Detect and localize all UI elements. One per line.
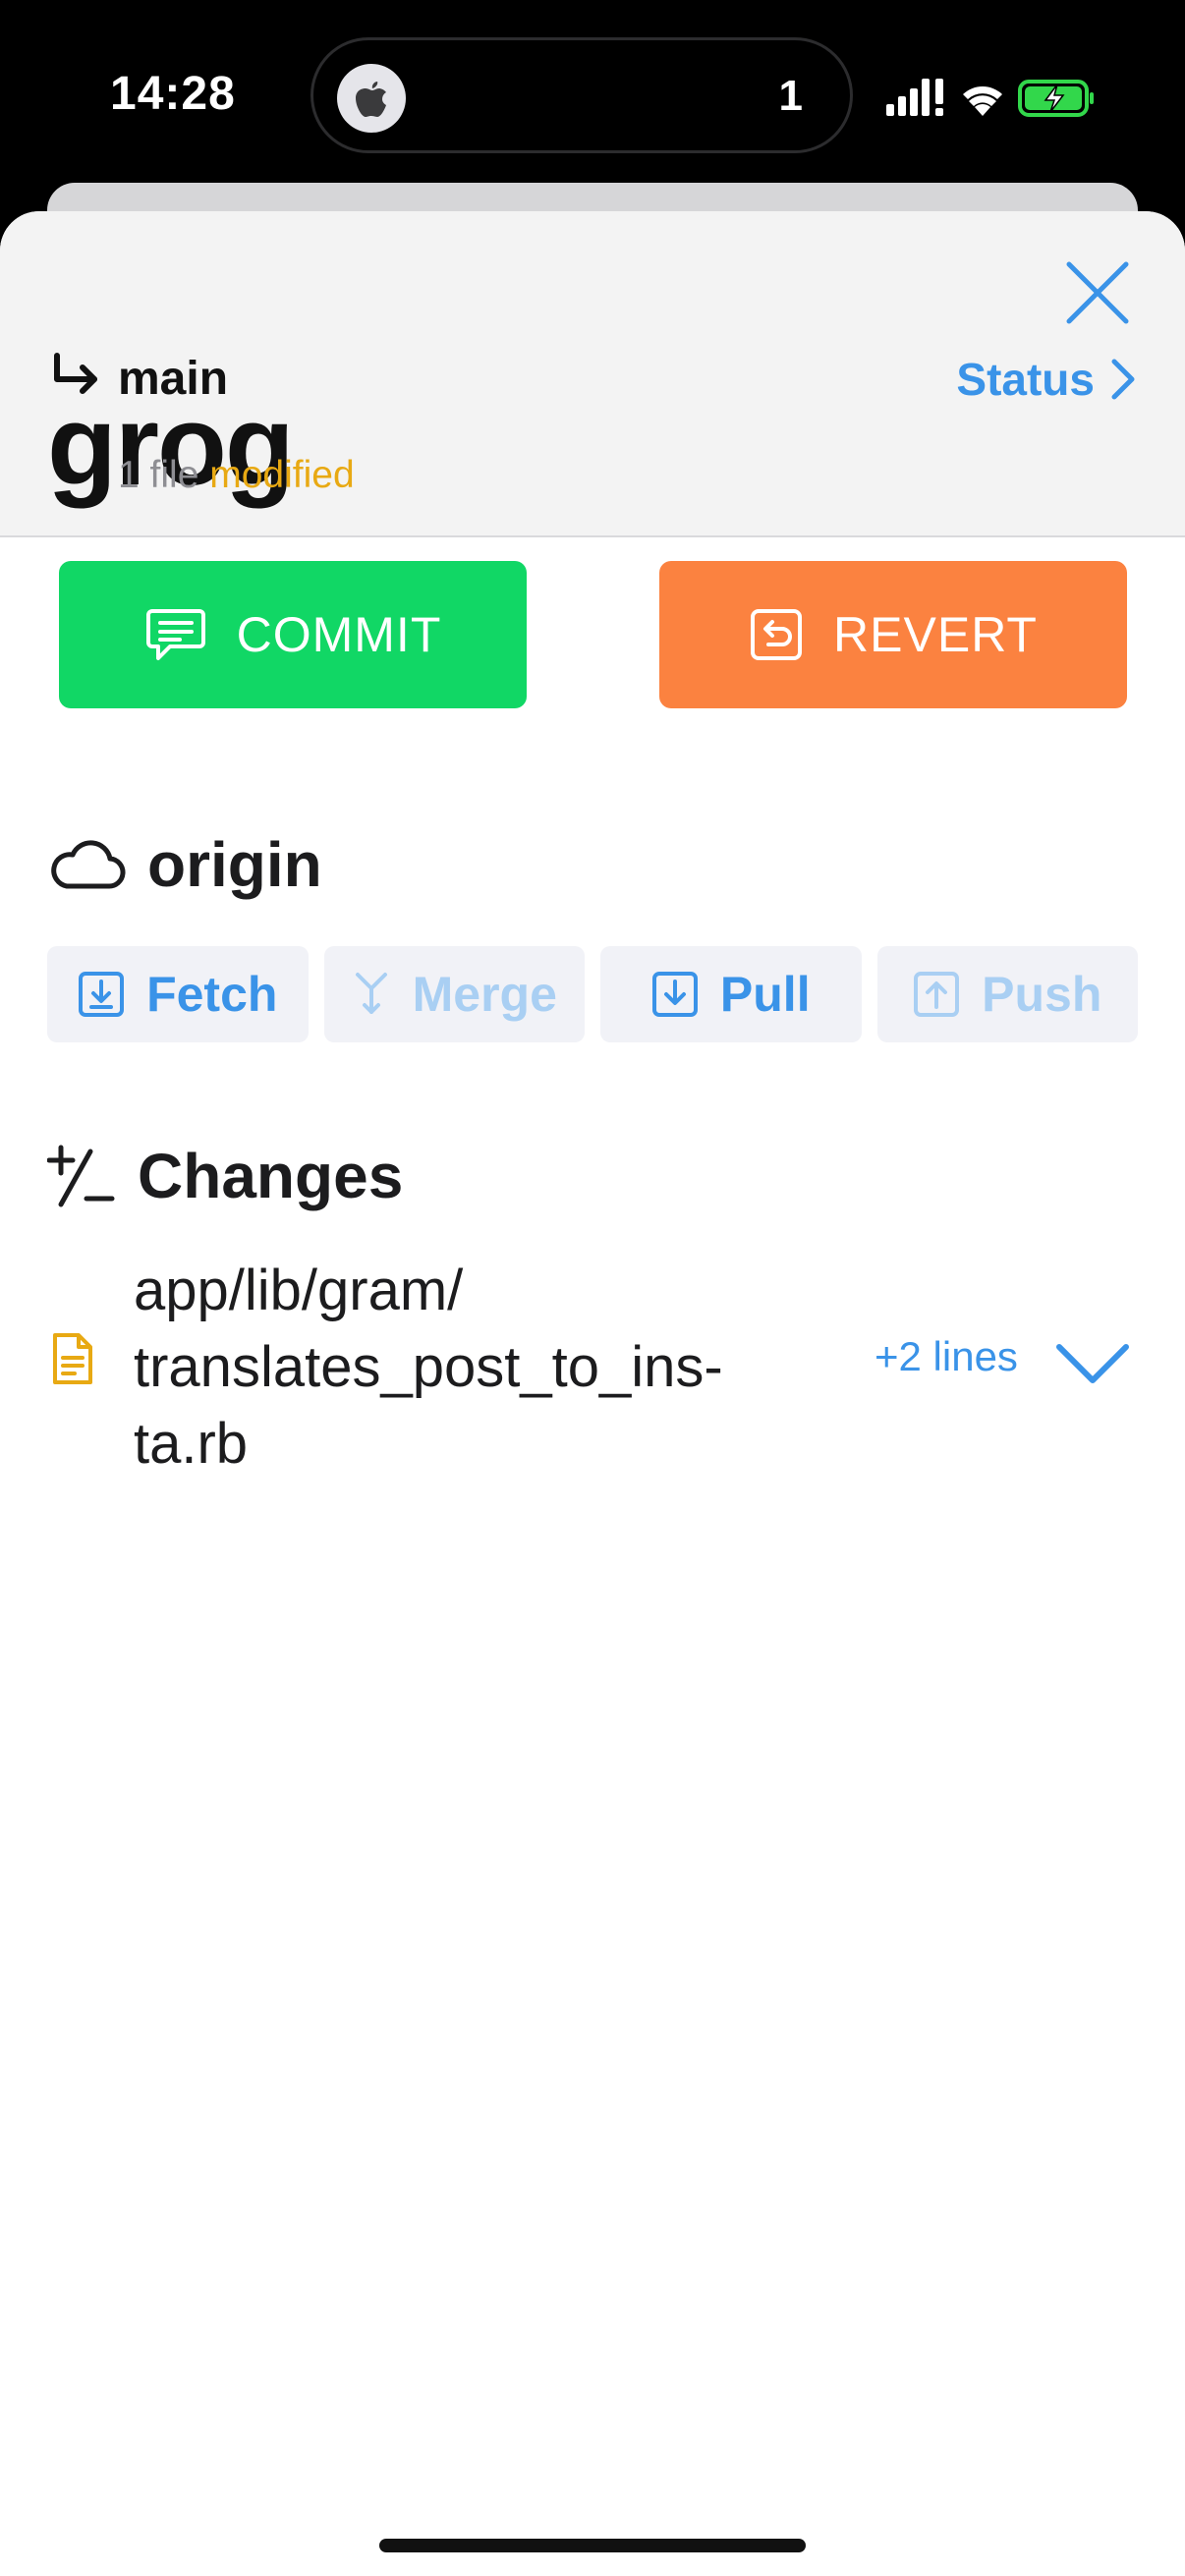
file-path-line: ta.rb: [134, 1412, 249, 1476]
commit-button[interactable]: COMMIT: [59, 561, 527, 708]
status-bar: 14:28 1: [0, 0, 1185, 187]
revert-button[interactable]: REVERT: [659, 561, 1127, 708]
list-item[interactable]: app/lib/gram/ translates_post_to_ins- ta…: [47, 1233, 1138, 1476]
wifi-icon: [963, 86, 1002, 116]
pull-label: Pull: [719, 967, 811, 1022]
summary-state: modified: [209, 454, 355, 496]
status-link-label: Status: [956, 354, 1095, 405]
cellular-signal-icon: [886, 79, 943, 116]
fetch-button[interactable]: Fetch: [47, 946, 309, 1042]
branch-row: main Status: [47, 344, 1138, 413]
remote-actions: Fetch Merge Pull Push: [47, 946, 1138, 1042]
file-path-line: translates_post_to_ins-: [134, 1335, 723, 1399]
summary-count: 1 file: [118, 454, 210, 496]
battery-charging-icon: [1018, 80, 1094, 117]
close-icon: [1066, 261, 1129, 324]
home-indicator[interactable]: [379, 2539, 806, 2552]
fetch-label: Fetch: [146, 967, 278, 1022]
close-button[interactable]: [1059, 254, 1136, 331]
message-icon: [145, 609, 205, 660]
download-icon: [79, 972, 125, 1017]
origin-title-label: origin: [147, 829, 322, 900]
merge-label: Merge: [412, 967, 557, 1022]
upload-icon: [914, 972, 960, 1017]
status-icons: [884, 73, 1100, 122]
changes-title-label: Changes: [138, 1141, 404, 1211]
revert-label: REVERT: [833, 607, 1038, 662]
plus-minus-icon: [47, 1145, 115, 1207]
download-icon: [651, 972, 698, 1017]
file-path: app/lib/gram/ translates_post_to_ins- ta…: [134, 1253, 880, 1483]
merge-icon: [355, 973, 387, 1014]
status-time: 14:28: [110, 68, 236, 120]
pull-button[interactable]: Pull: [600, 946, 862, 1042]
chevron-right-icon: [1111, 359, 1135, 400]
revert-icon: [751, 609, 803, 660]
push-label: Push: [982, 967, 1102, 1022]
push-button[interactable]: Push: [876, 946, 1138, 1042]
line-delta: +2 lines: [875, 1333, 1018, 1379]
origin-section-title: origin: [47, 825, 322, 904]
cloud-icon: [51, 840, 126, 889]
file-document-icon: [51, 1331, 94, 1386]
file-path-line: app/lib/gram/: [134, 1259, 464, 1322]
dynamic-island[interactable]: 1: [310, 37, 853, 153]
island-count: 1: [778, 72, 803, 120]
apple-logo-icon: [337, 64, 406, 133]
commit-label: COMMIT: [236, 607, 442, 662]
branch-name: main: [118, 353, 229, 405]
status-link[interactable]: Status: [956, 350, 1138, 409]
changes-section-title: Changes: [47, 1137, 403, 1215]
branch-arrow-icon: [47, 350, 102, 405]
merge-button[interactable]: Merge: [323, 946, 585, 1042]
chevron-down-icon[interactable]: [1053, 1339, 1132, 1388]
change-summary: 1 file modified: [118, 454, 355, 497]
